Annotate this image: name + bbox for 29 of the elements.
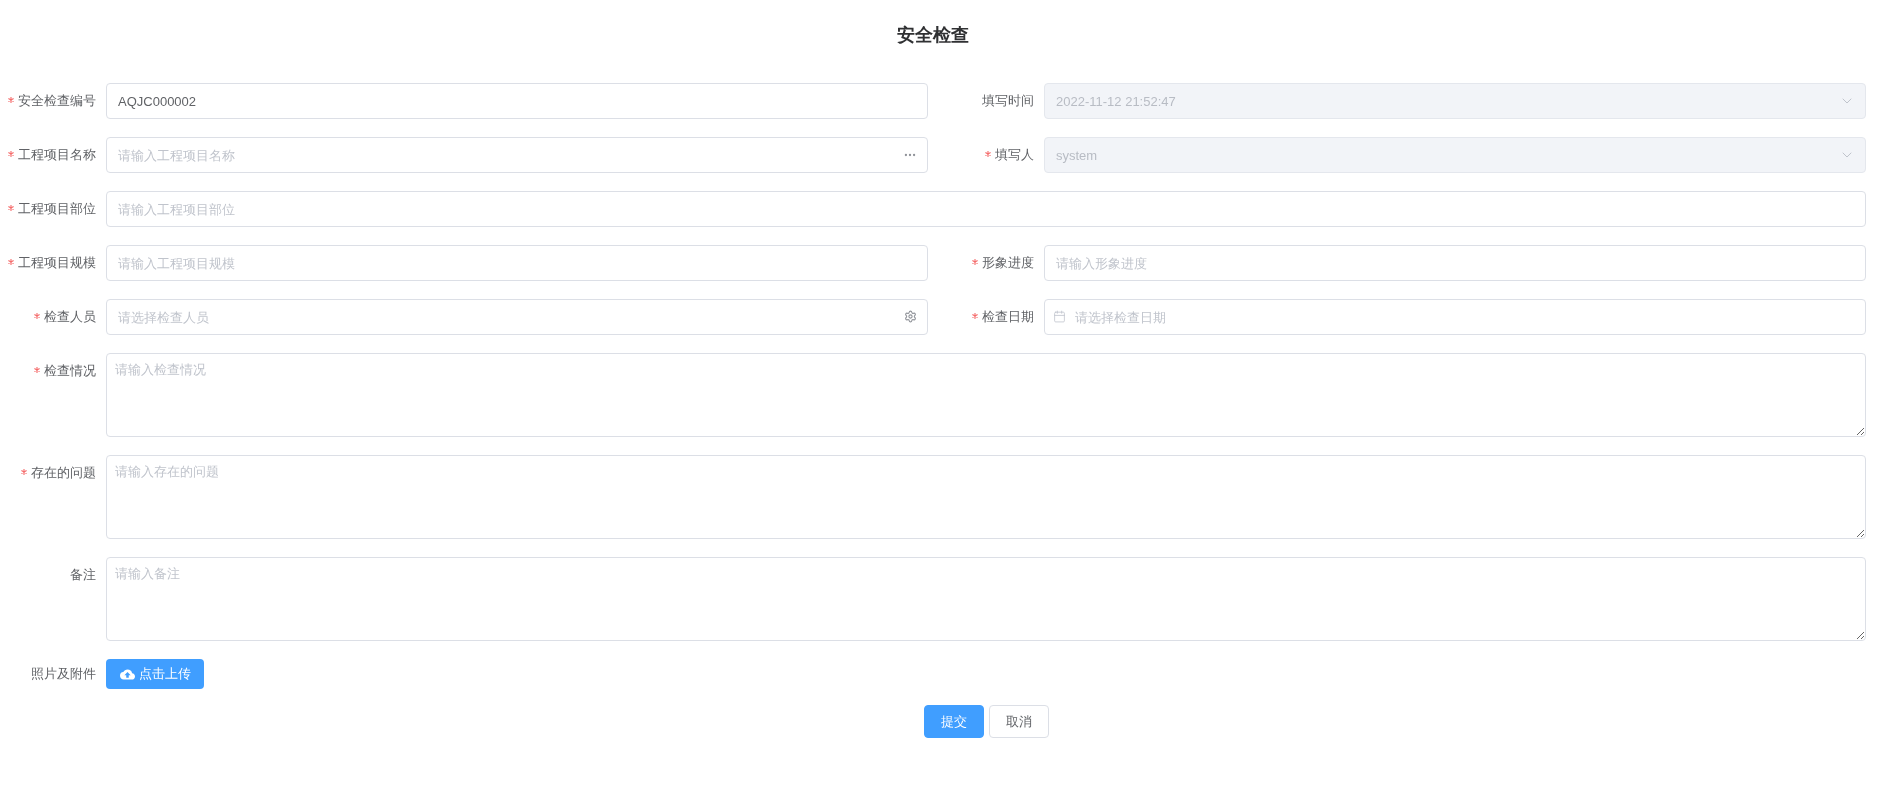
form-title: 安全检查 [897, 24, 969, 47]
input-field[interactable]: AQJC000002 [106, 83, 928, 119]
field-label: 工程项目名称 [18, 146, 96, 164]
field-label: 存在的问题 [31, 464, 96, 482]
text-area[interactable]: 请输入检查情况 [106, 353, 1866, 437]
field-label: 备注 [70, 566, 96, 584]
date-field[interactable]: 请选择检查日期 [1044, 299, 1866, 335]
field-label: 填写人 [995, 146, 1034, 164]
cancel-button[interactable]: 取消 [988, 705, 1049, 738]
field-label: 工程项目部位 [18, 200, 96, 218]
gear-icon[interactable] [904, 310, 917, 323]
text-area[interactable]: 请输入备注 [106, 557, 1866, 641]
field-label: 填写时间 [982, 92, 1034, 110]
submit-button[interactable]: 提交 [923, 705, 984, 738]
field-label: 工程项目规模 [18, 254, 96, 272]
input-field[interactable]: 请选择检查人员 [106, 299, 928, 335]
calendar-icon [1053, 310, 1066, 323]
input-field[interactable]: 请输入工程项目名称 [106, 137, 928, 173]
input-field[interactable]: 请输入工程项目规模 [106, 245, 928, 281]
field-label: 安全检查编号 [18, 92, 96, 110]
input-field[interactable]: 请输入工程项目部位 [106, 191, 1866, 227]
field-label: 形象进度 [982, 254, 1034, 272]
field-label: 检查日期 [982, 308, 1034, 326]
field-label: 检查情况 [44, 362, 96, 380]
input-field[interactable]: 请输入形象进度 [1044, 245, 1866, 281]
upload-button[interactable]: 点击上传 [106, 659, 204, 689]
field-label: 照片及附件 [31, 665, 96, 684]
field-label: 检查人员 [44, 308, 96, 326]
text-area[interactable]: 请输入存在的问题 [106, 455, 1866, 539]
